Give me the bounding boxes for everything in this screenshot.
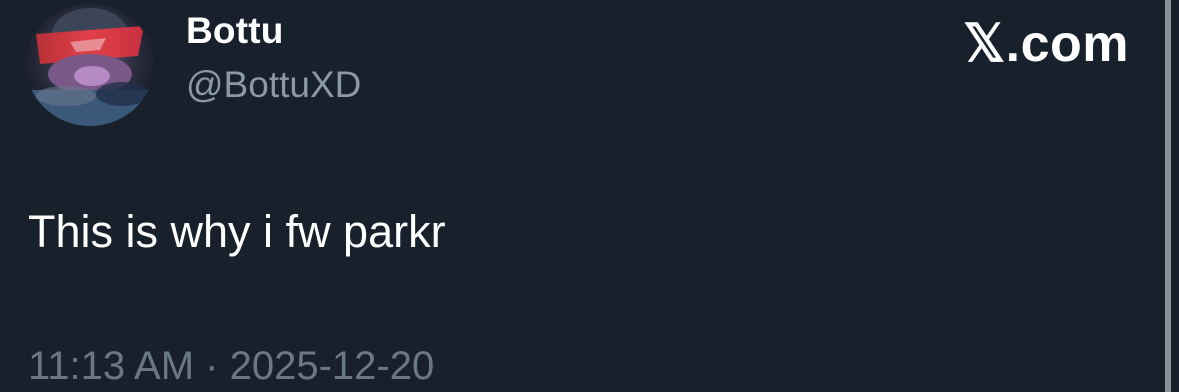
site-logo: 𝕏.com xyxy=(963,15,1129,73)
avatar[interactable] xyxy=(26,4,154,126)
user-handle[interactable]: @BottuXD xyxy=(186,64,361,106)
tweet-card: Bottu @BottuXD 𝕏.com This is why i fw pa… xyxy=(0,0,1179,392)
display-name[interactable]: Bottu xyxy=(186,10,284,52)
tweet-text: This is why i fw parkr xyxy=(28,206,446,257)
scrollbar[interactable] xyxy=(1165,0,1171,392)
tweet-timestamp[interactable]: 11:13 AM · 2025-12-20 xyxy=(28,344,434,389)
avatar-image xyxy=(26,4,154,126)
